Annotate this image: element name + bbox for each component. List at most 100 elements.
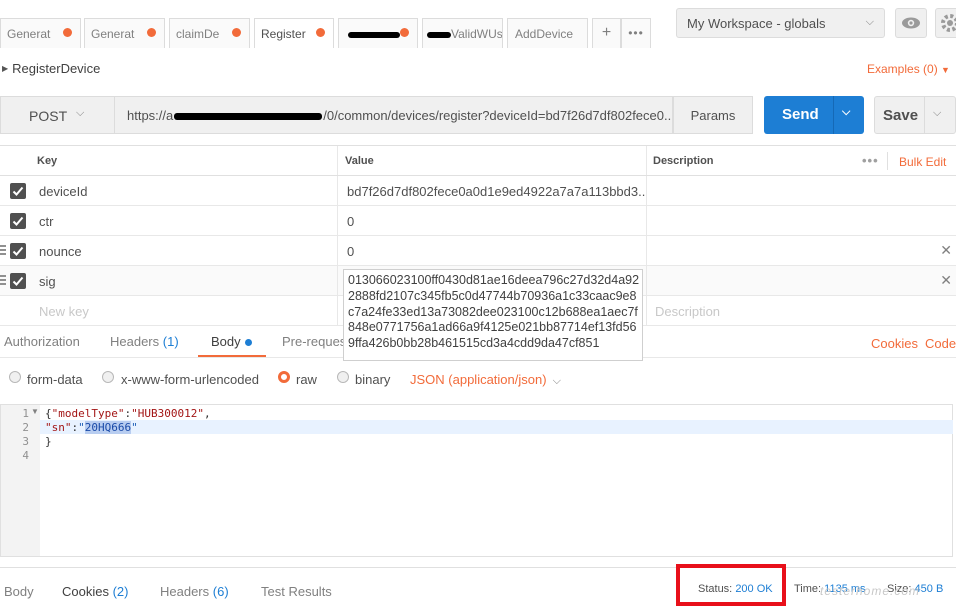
radio-urlencoded[interactable] [102, 371, 114, 383]
param-value[interactable]: 0 [339, 206, 647, 235]
redaction-mark [427, 31, 451, 38]
redaction-mark [348, 31, 400, 38]
bulk-edit-link[interactable]: Bulk Edit [899, 155, 946, 169]
new-description-input[interactable]: Description [647, 296, 956, 325]
body-code-editor[interactable]: ▼ 1 2 3 4 {"modelType":"HUB300012", "sn"… [0, 404, 953, 557]
content-type-label: JSON (application/json) [410, 372, 547, 387]
param-description[interactable] [647, 266, 956, 295]
response-tab-cookies[interactable]: Cookies (2) [62, 584, 128, 599]
tab-label: Generat [7, 27, 51, 41]
delete-param-icon[interactable]: ✕ [940, 242, 952, 259]
body-type-selector: form-data x-www-form-urlencoded raw bina… [0, 370, 956, 390]
tab-headers-label: Headers [110, 334, 160, 349]
caret-right-icon: ▶ [2, 64, 9, 74]
form-data-label[interactable]: form-data [27, 372, 83, 387]
drag-handle-icon[interactable] [0, 275, 6, 287]
tab-authorization[interactable]: Authorization [4, 334, 80, 349]
params-button[interactable]: Params [673, 96, 753, 134]
environment-label: My Workspace - globals [687, 16, 826, 31]
save-options-chevron-icon[interactable]: ⌵ [933, 107, 941, 120]
environment-quick-look-button[interactable] [895, 8, 927, 38]
tab-adddevice[interactable]: AddDevice [507, 18, 588, 48]
new-tab-button[interactable]: + [592, 18, 621, 48]
line-number: 2 [22, 421, 29, 434]
table-row: ctr 0 [0, 206, 956, 236]
send-button[interactable]: Send ⌵ [764, 96, 864, 134]
param-enabled-checkbox[interactable] [10, 183, 26, 199]
request-name-label: RegisterDevice [12, 61, 101, 77]
chevron-down-icon: ⌵ [865, 16, 874, 28]
url-input[interactable]: https://a/0/common/devices/register?devi… [115, 96, 673, 134]
response-tab-headers[interactable]: Headers (6) [160, 584, 229, 599]
method-label: POST [29, 108, 68, 124]
response-tab-test-results[interactable]: Test Results [261, 584, 332, 599]
key-column-header: Key [36, 146, 338, 175]
value-column-header: Value [339, 146, 647, 175]
param-value[interactable]: bd7f26d7df802fece0a0d1e9ed4922a7a7a113bb… [339, 176, 647, 205]
response-headers-label: Headers [160, 584, 210, 599]
manage-environments-button[interactable] [935, 8, 956, 38]
param-enabled-checkbox[interactable] [10, 273, 26, 289]
code-line-1: {"modelType":"HUB300012", [45, 407, 211, 420]
url-suffix: /0/common/devices/register?deviceId=bd7f… [323, 108, 673, 123]
urlencoded-label[interactable]: x-www-form-urlencoded [121, 372, 259, 387]
content-type-dropdown[interactable]: JSON (application/json) ⌵ [410, 372, 561, 388]
more-options-icon[interactable]: ••• [862, 153, 879, 168]
param-key[interactable]: ctr [36, 206, 338, 235]
raw-label[interactable]: raw [296, 372, 317, 387]
param-key[interactable]: nounce [36, 236, 338, 265]
delete-param-icon[interactable]: ✕ [940, 272, 952, 289]
tab-headers[interactable]: Headers (1) [110, 334, 179, 349]
param-enabled-checkbox[interactable] [10, 213, 26, 229]
cookies-link[interactable]: Cookies [871, 336, 918, 351]
fold-arrow-icon[interactable]: ▼ [31, 407, 39, 416]
radio-form-data[interactable] [9, 371, 21, 383]
param-description[interactable] [647, 236, 956, 265]
code-line-3: } [45, 435, 52, 448]
code-line-2: "sn":"20HQ666" [45, 421, 138, 434]
new-key-input[interactable]: New key [36, 296, 338, 325]
tab-register[interactable]: Register [254, 18, 334, 48]
param-key[interactable]: deviceId [36, 176, 338, 205]
code-token: , [203, 407, 211, 420]
binary-label[interactable]: binary [355, 372, 390, 387]
tab-redacted[interactable] [338, 18, 418, 48]
tab-generat-1[interactable]: Generat [0, 18, 81, 48]
radio-binary[interactable] [337, 371, 349, 383]
checkmark-icon [12, 276, 24, 286]
unsaved-dot-icon [232, 28, 241, 37]
code-token: " [78, 421, 85, 434]
sig-value-editor[interactable]: 013066023100ff0430d81ae16deea796c27d32d4… [343, 269, 643, 361]
tab-body[interactable]: Body [211, 334, 252, 349]
code-token: "HUB300012" [131, 407, 204, 420]
method-selector[interactable]: POST ⌵ [0, 96, 115, 134]
tab-pre-request-script[interactable]: Pre-reques [282, 334, 346, 349]
environment-selector[interactable]: My Workspace - globals ⌵ [676, 8, 885, 38]
drag-handle-icon[interactable] [0, 245, 6, 257]
tab-label: AddDevice [515, 27, 574, 41]
param-description[interactable] [647, 176, 956, 205]
chevron-down-icon: ⌵ [76, 107, 85, 119]
param-description[interactable] [647, 206, 956, 235]
code-token: " [131, 421, 138, 434]
line-number: 1 [22, 407, 29, 420]
checkmark-icon [12, 186, 24, 196]
status-highlight-box [676, 564, 786, 606]
request-name[interactable]: ▶ RegisterDevice [0, 60, 100, 80]
active-line-highlight [40, 420, 953, 434]
examples-dropdown[interactable]: Examples (0) ▼ [867, 62, 950, 76]
tab-claimde[interactable]: claimDe [169, 18, 250, 48]
line-number: 4 [22, 449, 29, 462]
save-button[interactable]: Save ⌵ [874, 96, 956, 134]
code-link[interactable]: Code [925, 336, 956, 351]
send-options-chevron-icon[interactable]: ⌵ [842, 106, 850, 119]
tab-generat-2[interactable]: Generat [84, 18, 165, 48]
param-enabled-checkbox[interactable] [10, 243, 26, 259]
radio-raw[interactable] [278, 371, 290, 383]
param-key[interactable]: sig [36, 266, 338, 295]
tab-overflow-button[interactable]: ••• [621, 18, 651, 48]
response-tab-body[interactable]: Body [4, 584, 34, 599]
request-tabbar: Generat Generat claimDe Register ValidWU… [0, 0, 956, 48]
tab-validwus[interactable]: ValidWUs [422, 18, 503, 48]
param-value[interactable]: 0 [339, 236, 647, 265]
